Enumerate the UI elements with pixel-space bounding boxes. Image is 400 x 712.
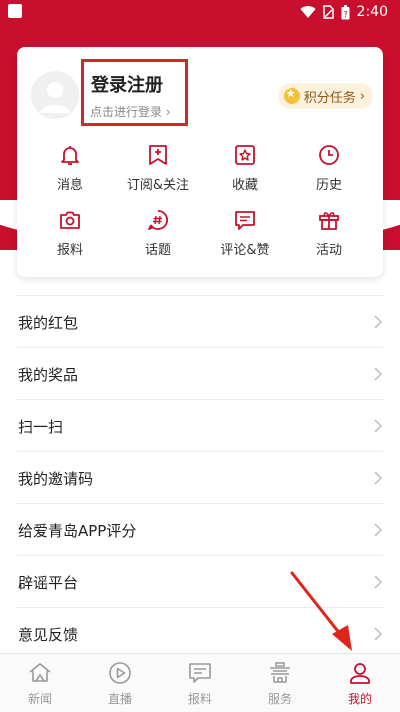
quick-action-activities[interactable]: 活动 (284, 208, 374, 268)
quick-action-report[interactable]: 报料 (25, 208, 115, 268)
points-task-label: 积分任务 (303, 90, 356, 106)
status-bar: ? 2:40 (0, 0, 400, 24)
chevron-right-icon (374, 575, 383, 589)
status-time: 2:40 (356, 4, 388, 20)
quick-action-topics[interactable]: 话题 (113, 208, 203, 268)
quick-action-favorites[interactable]: 收藏 (200, 143, 290, 203)
tab-report[interactable]: 报料 (160, 654, 240, 712)
quick-action-label: 收藏 (231, 178, 258, 193)
bottom-tab-bar: 新闻 直播 报料 服务 我的 (0, 653, 400, 712)
avatar[interactable] (31, 71, 79, 119)
points-task-button[interactable]: 积分任务 › (277, 83, 373, 109)
menu-item-label: 意见反馈 (18, 626, 79, 644)
menu-item-rumor-platform[interactable]: 辟谣平台 (17, 555, 383, 607)
tab-label: 直播 (107, 692, 132, 706)
svg-text:?: ? (343, 10, 347, 19)
quick-action-label: 订阅&关注 (126, 178, 190, 193)
chevron-right-icon (374, 419, 383, 433)
quick-action-comments-likes[interactable]: 评论&赞 (200, 208, 290, 268)
chevron-right-icon (374, 315, 383, 329)
bell-icon (61, 146, 79, 165)
service-icon (270, 662, 290, 683)
quick-action-history[interactable]: 历史 (284, 143, 374, 203)
menu-item-label: 我的红包 (18, 314, 79, 332)
clock-icon (319, 145, 339, 165)
chevron-right-icon (374, 471, 383, 485)
settings-menu-list: 我的红包 我的奖品 扫一扫 我的邀请码 给爱青岛APP评分 辟谣平台 意见反馈 (17, 295, 383, 659)
menu-item-label: 辟谣平台 (18, 574, 79, 592)
tab-mine[interactable]: 我的 (320, 654, 400, 712)
camera-icon (60, 211, 80, 229)
menu-item-label: 扫一扫 (18, 418, 64, 436)
hashtag-icon (148, 210, 169, 230)
quick-action-subscribe[interactable]: 订阅&关注 (113, 143, 203, 203)
menu-item-label: 我的奖品 (18, 366, 79, 384)
chevron-right-icon (374, 627, 383, 641)
menu-item-scan[interactable]: 扫一扫 (17, 399, 383, 451)
subscribe-icon (149, 145, 167, 165)
menu-item-prizes[interactable]: 我的奖品 (17, 347, 383, 399)
tab-label: 我的 (347, 692, 372, 706)
login-prompt[interactable]: 点击进行登录 › (90, 103, 171, 120)
wifi-icon (300, 6, 316, 19)
quick-action-messages[interactable]: 消息 (25, 143, 115, 203)
default-avatar-icon (31, 71, 79, 119)
menu-item-invite-code[interactable]: 我的邀请码 (17, 451, 383, 503)
chevron-right-icon (374, 523, 383, 537)
chevron-right-icon: › (359, 88, 365, 104)
coin-icon (283, 87, 300, 104)
menu-item-red-packets[interactable]: 我的红包 (17, 295, 383, 347)
sim-icon (322, 5, 334, 19)
quick-action-label: 消息 (56, 178, 83, 193)
battery-icon: ? (341, 4, 350, 19)
quick-action-label: 报料 (56, 243, 83, 258)
quick-action-label: 评论&赞 (220, 243, 270, 258)
tab-label: 新闻 (27, 692, 52, 706)
app-icon (8, 4, 22, 18)
quick-action-label: 话题 (144, 243, 171, 258)
tab-label: 报料 (187, 692, 212, 706)
quick-action-label: 活动 (315, 243, 342, 258)
comment-icon (235, 211, 255, 230)
gift-icon (319, 212, 339, 230)
menu-item-feedback[interactable]: 意见反馈 (17, 607, 383, 659)
chevron-right-icon: › (165, 105, 171, 119)
login-register-title[interactable]: 登录注册 (91, 71, 163, 97)
news-icon (29, 663, 51, 682)
user-icon (350, 663, 370, 684)
login-register-highlight[interactable]: 登录注册 点击进行登录 › (81, 59, 188, 126)
quick-action-label: 历史 (315, 178, 342, 193)
tab-news[interactable]: 新闻 (0, 654, 80, 712)
login-prompt-text: 点击进行登录 (90, 105, 163, 119)
chevron-right-icon (374, 367, 383, 381)
menu-item-rate-app[interactable]: 给爱青岛APP评分 (17, 503, 383, 555)
report-icon (189, 663, 211, 683)
star-icon (235, 145, 255, 165)
play-icon (109, 662, 131, 684)
tab-live[interactable]: 直播 (80, 654, 160, 712)
menu-item-label: 给爱青岛APP评分 (18, 522, 137, 540)
tab-label: 服务 (267, 692, 292, 706)
profile-card: 登录注册 点击进行登录 › 积分任务 › 消息 订阅&关注 收藏 历史 报料 话… (17, 47, 383, 277)
tab-services[interactable]: 服务 (240, 654, 320, 712)
menu-item-label: 我的邀请码 (18, 470, 94, 488)
